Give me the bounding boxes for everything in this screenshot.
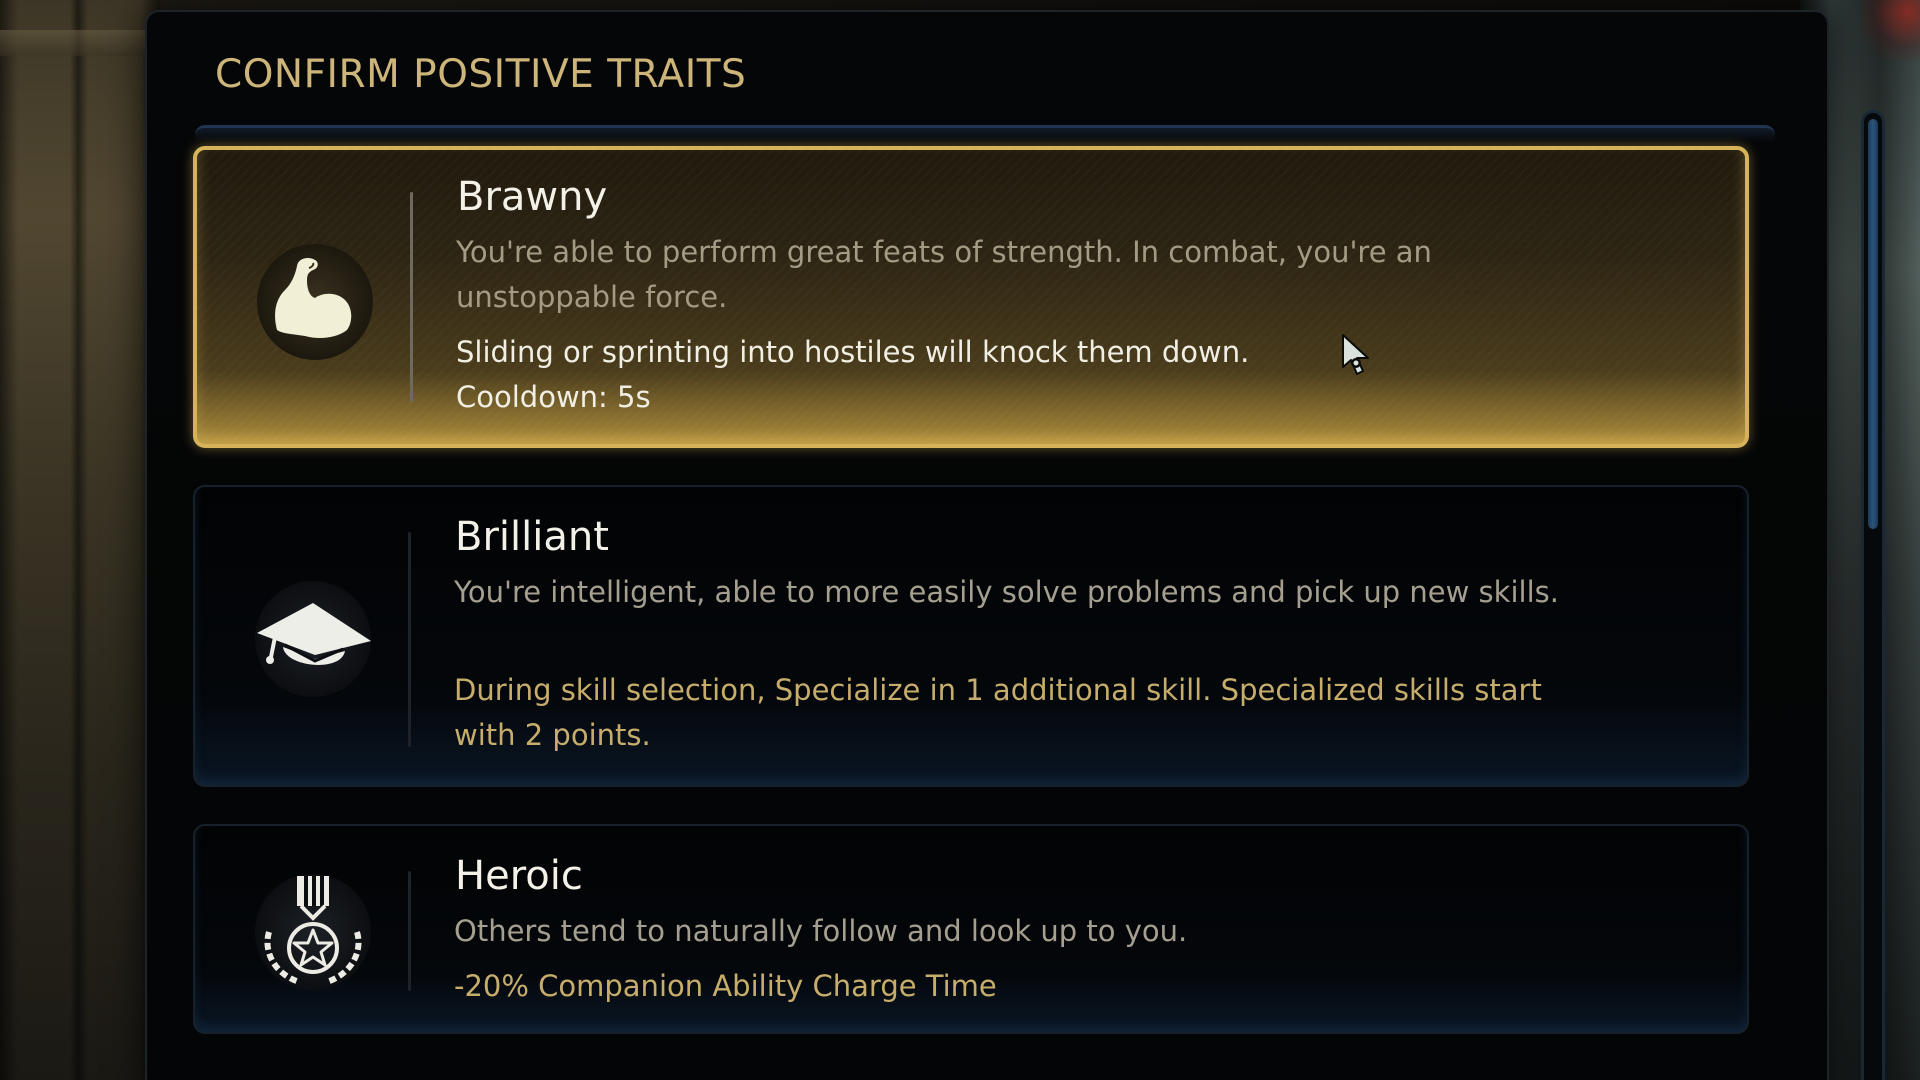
background-beam (0, 30, 150, 56)
title-divider (195, 125, 1775, 142)
card-divider (408, 532, 411, 747)
panel-title: CONFIRM POSITIVE TRAITS (215, 52, 747, 97)
trait-description: Others tend to naturally follow and look… (454, 914, 1188, 948)
trait-name: Brilliant (455, 514, 609, 560)
mouse-cursor-icon (1340, 333, 1376, 379)
trait-effect: -20% Companion Ability Charge Time (454, 969, 997, 1003)
trait-effect: During skill selection, Specialize in 1 … (454, 673, 1542, 752)
trait-effect: Sliding or sprinting into hostiles will … (456, 330, 1576, 420)
trait-card-heroic[interactable]: Heroic Others tend to naturally follow a… (193, 824, 1749, 1034)
medal-star-icon (255, 874, 371, 990)
trait-effect-line: Sliding or sprinting into hostiles will … (456, 335, 1250, 369)
trait-description: You're intelligent, able to more easily … (454, 575, 1559, 609)
trait-card-brilliant[interactable]: Brilliant You're intelligent, able to mo… (193, 485, 1749, 787)
card-divider (408, 871, 411, 991)
scrollbar-track[interactable] (1861, 110, 1885, 1080)
trait-description: You're able to perform great feats of st… (456, 235, 1432, 314)
background-left-wall (0, 0, 160, 1080)
graduation-cap-icon (255, 581, 371, 697)
flexed-bicep-icon (257, 244, 373, 360)
trait-name: Brawny (457, 174, 608, 220)
card-divider (410, 192, 413, 402)
trait-name: Heroic (455, 853, 583, 899)
trait-card-brawny[interactable]: Brawny You're able to perform great feat… (193, 146, 1749, 448)
trait-cooldown: Cooldown: 5s (456, 380, 651, 414)
scrollbar-thumb[interactable] (1868, 119, 1878, 529)
game-screen: CONFIRM POSITIVE TRAITS Brawny You're ab… (0, 0, 1920, 1080)
background-light (1860, 0, 1920, 60)
